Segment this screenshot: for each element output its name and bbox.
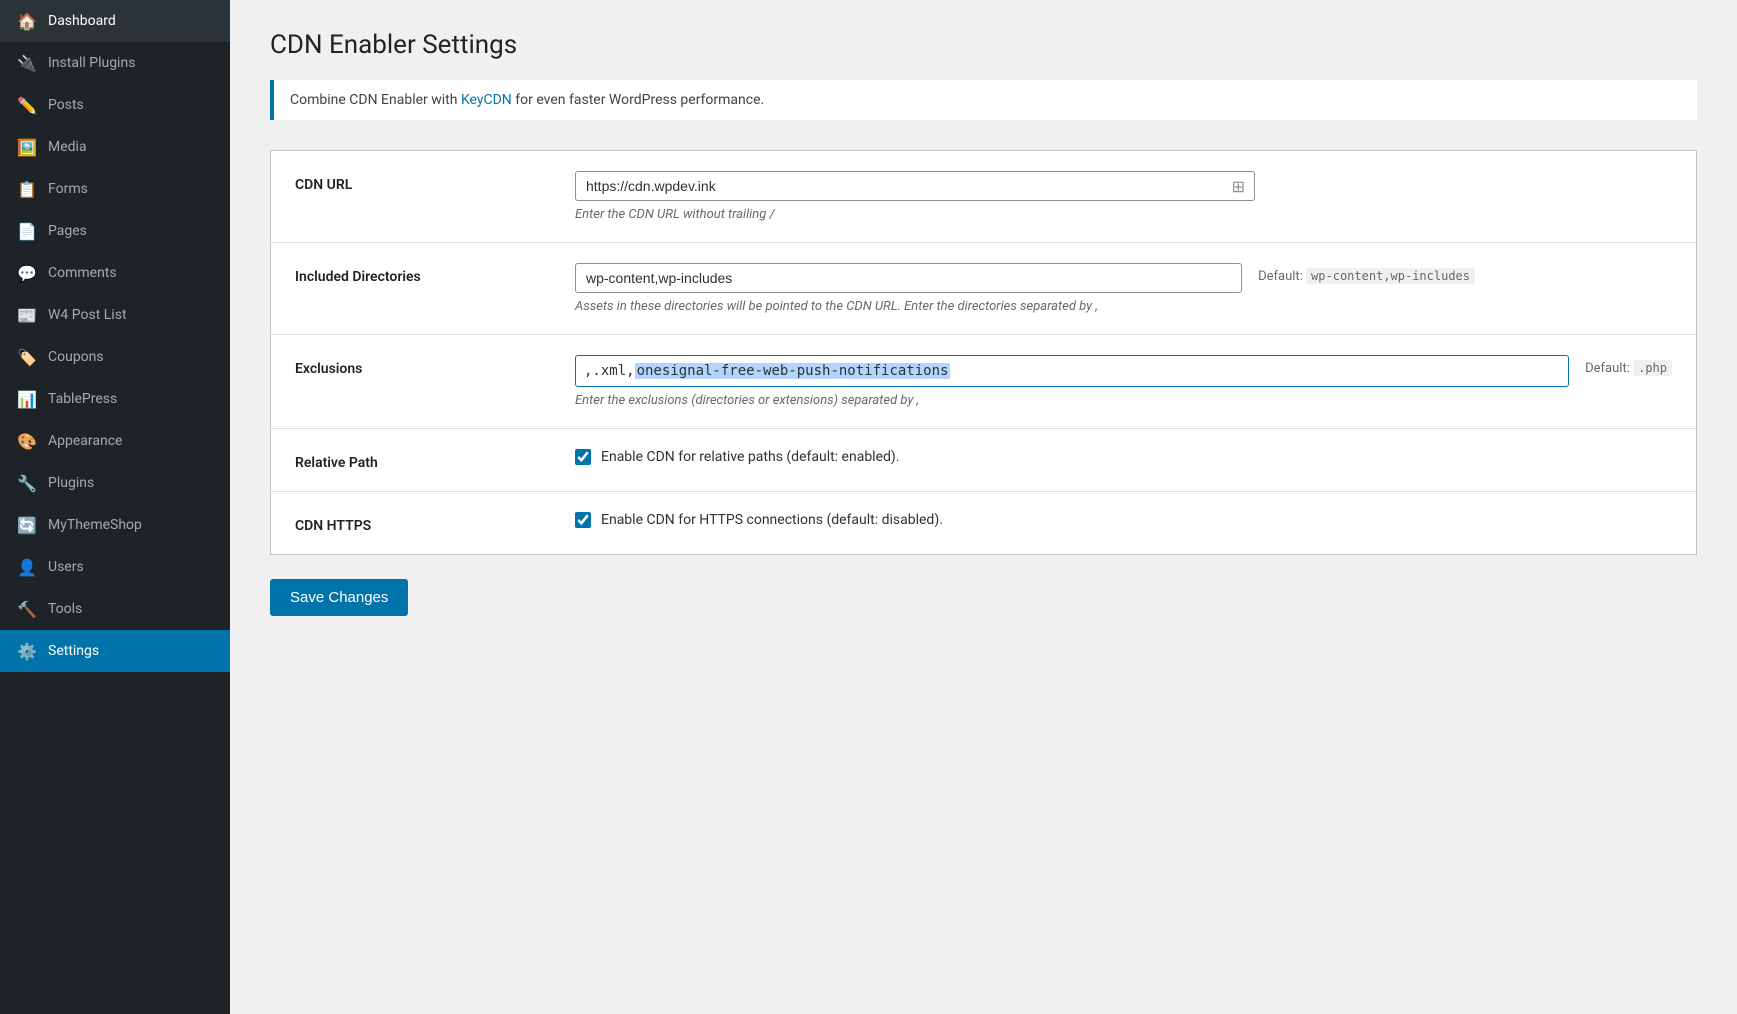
settings-panel: CDN URL ⊞ Enter the CDN URL without trai… [270, 150, 1697, 555]
settings-icon: ⚙️ [16, 640, 38, 662]
sidebar-item-label-pages: Pages [48, 223, 87, 239]
exclusions-default: Default: .php [1585, 355, 1672, 376]
dir-row: Default: wp-content,wp-includes [575, 263, 1475, 293]
included-directories-help: Assets in these directories will be poin… [575, 299, 1672, 314]
cdn-https-label: CDN HTTPS [295, 512, 555, 534]
cdn-url-row: CDN URL ⊞ Enter the CDN URL without trai… [271, 151, 1696, 243]
sidebar-item-install-plugins[interactable]: 🔌 Install Plugins [0, 42, 230, 84]
sidebar-item-label-forms: Forms [48, 181, 88, 197]
included-directories-row: Included Directories Default: wp-content… [271, 243, 1696, 335]
relative-path-row: Relative Path Enable CDN for relative pa… [271, 429, 1696, 492]
sidebar-item-label-dashboard: Dashboard [48, 13, 116, 29]
sidebar-item-mythemeshop[interactable]: 🔄 MyThemeShop [0, 504, 230, 546]
exclusions-highlighted-text: onesignal-free-web-push-notifications [635, 363, 951, 379]
keycdn-link[interactable]: KeyCDN [461, 92, 512, 108]
users-icon: 👤 [16, 556, 38, 578]
relative-path-checkbox-row: Enable CDN for relative paths (default: … [575, 449, 1672, 465]
sidebar-item-comments[interactable]: 💬 Comments [0, 252, 230, 294]
sidebar-item-label-plugins: Plugins [48, 475, 94, 491]
notice-suffix: for even faster WordPress performance. [512, 92, 764, 108]
sidebar-item-label-install-plugins: Install Plugins [48, 55, 135, 71]
included-directories-default: Default: wp-content,wp-includes [1258, 263, 1475, 284]
included-directories-control: Default: wp-content,wp-includes Assets i… [575, 263, 1672, 314]
sidebar-item-label-posts: Posts [48, 97, 84, 113]
mythemeshop-icon: 🔄 [16, 514, 38, 536]
posts-icon: ✏️ [16, 94, 38, 116]
cdn-https-checkbox[interactable] [575, 512, 591, 528]
exclusions-row: Exclusions ,.xml, onesignal-free-web-pus… [271, 335, 1696, 429]
cdn-https-control: Enable CDN for HTTPS connections (defaul… [575, 512, 1672, 528]
cdn-url-label: CDN URL [295, 171, 555, 193]
tablepress-icon: 📊 [16, 388, 38, 410]
save-button[interactable]: Save Changes [270, 579, 408, 616]
cdn-https-help: Enable CDN for HTTPS connections (defaul… [601, 512, 943, 528]
sidebar-item-label-users: Users [48, 559, 84, 575]
sidebar-item-forms[interactable]: 📋 Forms [0, 168, 230, 210]
exclusions-plain-text: ,.xml, [584, 363, 635, 379]
sidebar: 🏠 Dashboard 🔌 Install Plugins ✏️ Posts 🖼️ Media… [0, 0, 230, 1014]
included-directories-label: Included Directories [295, 263, 555, 285]
relative-path-label: Relative Path [295, 449, 555, 471]
sidebar-item-appearance[interactable]: 🎨 Appearance [0, 420, 230, 462]
exclusions-help: Enter the exclusions (directories or ext… [575, 393, 1672, 408]
relative-path-checkbox[interactable] [575, 449, 591, 465]
sidebar-item-label-tools: Tools [48, 601, 82, 617]
forms-icon: 📋 [16, 178, 38, 200]
pages-icon: 📄 [16, 220, 38, 242]
relative-path-help: Enable CDN for relative paths (default: … [601, 449, 899, 465]
page-title: CDN Enabler Settings [270, 30, 1697, 60]
dashboard-icon: 🏠 [16, 10, 38, 32]
sidebar-item-label-appearance: Appearance [48, 433, 122, 449]
sidebar-item-settings[interactable]: ⚙️ Settings [0, 630, 230, 672]
relative-path-control: Enable CDN for relative paths (default: … [575, 449, 1672, 465]
sidebar-item-media[interactable]: 🖼️ Media [0, 126, 230, 168]
sidebar-item-posts[interactable]: ✏️ Posts [0, 84, 230, 126]
cdn-url-input[interactable] [575, 171, 1255, 201]
expand-icon: ⊞ [1232, 177, 1245, 196]
sidebar-item-dashboard[interactable]: 🏠 Dashboard [0, 0, 230, 42]
sidebar-item-label-media: Media [48, 139, 87, 155]
sidebar-item-label-tablepress: TablePress [48, 391, 117, 407]
w4-post-list-icon: 📰 [16, 304, 38, 326]
sidebar-item-label-mythemeshop: MyThemeShop [48, 517, 142, 533]
sidebar-item-pages[interactable]: 📄 Pages [0, 210, 230, 252]
sidebar-item-plugins[interactable]: 🔧 Plugins [0, 462, 230, 504]
sidebar-item-tools[interactable]: 🔨 Tools [0, 588, 230, 630]
tools-icon: 🔨 [16, 598, 38, 620]
cdn-url-wrapper: ⊞ [575, 171, 1255, 201]
exclusions-control: ,.xml, onesignal-free-web-push-notificat… [575, 355, 1672, 408]
coupons-icon: 🏷️ [16, 346, 38, 368]
notice-text: Combine CDN Enabler with [290, 92, 461, 108]
sidebar-item-w4-post-list[interactable]: 📰 W4 Post List [0, 294, 230, 336]
cdn-https-row: CDN HTTPS Enable CDN for HTTPS connectio… [271, 492, 1696, 554]
cdn-url-control: ⊞ Enter the CDN URL without trailing / [575, 171, 1672, 222]
sidebar-item-coupons[interactable]: 🏷️ Coupons [0, 336, 230, 378]
sidebar-item-label-w4-post-list: W4 Post List [48, 307, 127, 323]
appearance-icon: 🎨 [16, 430, 38, 452]
main-content: CDN Enabler Settings Combine CDN Enabler… [230, 0, 1737, 1014]
sidebar-item-tablepress[interactable]: 📊 TablePress [0, 378, 230, 420]
sidebar-item-label-settings: Settings [48, 643, 99, 659]
exclusions-field[interactable]: ,.xml, onesignal-free-web-push-notificat… [575, 355, 1569, 387]
cdn-url-help: Enter the CDN URL without trailing / [575, 207, 1672, 222]
sidebar-item-users[interactable]: 👤 Users [0, 546, 230, 588]
cdn-https-checkbox-row: Enable CDN for HTTPS connections (defaul… [575, 512, 1672, 528]
plugins-icon: 🔧 [16, 472, 38, 494]
included-directories-input[interactable] [575, 263, 1242, 293]
exclusions-label: Exclusions [295, 355, 555, 377]
notice-bar: Combine CDN Enabler with KeyCDN for even… [270, 80, 1697, 120]
sidebar-item-label-coupons: Coupons [48, 349, 104, 365]
exclusions-input-row: ,.xml, onesignal-free-web-push-notificat… [575, 355, 1672, 387]
sidebar-item-label-comments: Comments [48, 265, 117, 281]
media-icon: 🖼️ [16, 136, 38, 158]
comments-icon: 💬 [16, 262, 38, 284]
install-plugins-icon: 🔌 [16, 52, 38, 74]
